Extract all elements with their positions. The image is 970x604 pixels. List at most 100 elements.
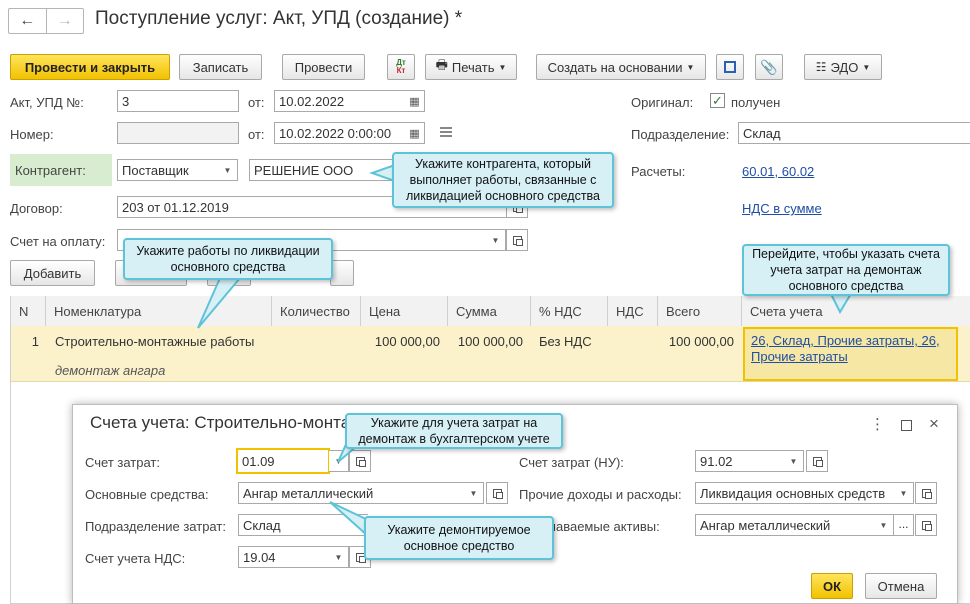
- vat-account-input[interactable]: 19.04: [238, 546, 330, 568]
- other-income-label: Прочие доходы и расходы:: [519, 487, 682, 502]
- cell-sum: 100 000,00: [457, 334, 523, 349]
- cell-subname: демонтаж ангара: [55, 363, 166, 378]
- counterparty-type-select[interactable]: Поставщик: [117, 159, 219, 181]
- open-icon[interactable]: [486, 482, 508, 504]
- original-label: Оригинал:: [631, 95, 694, 110]
- save-button[interactable]: Записать: [179, 54, 262, 80]
- chevron-down-icon[interactable]: ▼: [784, 450, 804, 472]
- cost-division-input[interactable]: Склад: [238, 514, 368, 536]
- assets-input[interactable]: Ангар металлический: [695, 514, 875, 536]
- chevron-down-icon: ▼: [498, 62, 507, 72]
- cost-account-input[interactable]: 01.09: [236, 448, 330, 474]
- checkmark-icon: ✓: [712, 93, 723, 108]
- invoice-label: Счет на оплату:: [10, 234, 106, 249]
- open-icon[interactable]: [915, 514, 937, 536]
- chevron-down-icon[interactable]: ▼: [874, 514, 894, 536]
- ellipsis-icon[interactable]: ...: [894, 514, 914, 536]
- cost-division-label: Подразделение затрат:: [85, 519, 226, 534]
- close-icon[interactable]: ×: [929, 414, 939, 434]
- chevron-down-icon: ▼: [862, 62, 871, 72]
- date-input[interactable]: 10.02.2022: [274, 90, 406, 112]
- vat-account-label: Счет учета НДС:: [85, 551, 186, 566]
- post-button[interactable]: Провести: [282, 54, 365, 80]
- counterparty-label: Контрагент:: [15, 163, 86, 178]
- more-icon[interactable]: ⋮: [870, 415, 885, 433]
- cell-n: 1: [31, 334, 39, 349]
- open-icon[interactable]: [506, 229, 528, 251]
- dtkt-icon: Дт Кт: [396, 58, 406, 75]
- cell-name: Строительно-монтажные работы: [55, 334, 255, 349]
- col-header-accounts[interactable]: Счета учета: [742, 296, 970, 326]
- col-header-vat-rate[interactable]: % НДС: [531, 296, 608, 326]
- edo-button[interactable]: ☷ ЭДО ▼: [804, 54, 882, 80]
- col-header-price[interactable]: Цена: [361, 296, 448, 326]
- act-number-input[interactable]: 3: [117, 90, 239, 112]
- chevron-down-icon[interactable]: ▼: [894, 482, 914, 504]
- col-header-vat[interactable]: НДС: [608, 296, 658, 326]
- open-icon[interactable]: [349, 450, 371, 472]
- settlements-link[interactable]: 60.01, 60.02: [742, 164, 814, 179]
- fixed-assets-label: Основные средства:: [85, 487, 209, 502]
- contract-label: Договор:: [10, 201, 63, 216]
- col-header-n[interactable]: N: [11, 296, 46, 326]
- settlements-label: Расчеты:: [631, 164, 686, 179]
- paperclip-icon: 📎: [760, 58, 778, 75]
- original-value: получен: [731, 95, 781, 110]
- number-input[interactable]: [117, 122, 239, 144]
- post-and-close-button[interactable]: Провести и закрыть: [10, 54, 170, 80]
- chevron-down-icon[interactable]: ▼: [486, 229, 506, 251]
- ok-button[interactable]: ОК: [811, 573, 853, 599]
- printer-icon: 🖶: [435, 57, 448, 72]
- create-based-button[interactable]: Создать на основании ▼: [536, 54, 706, 80]
- col-header-sum[interactable]: Сумма: [448, 296, 531, 326]
- copy-icon[interactable]: [330, 260, 354, 286]
- division-label: Подразделение:: [631, 127, 730, 142]
- tip-works: Укажите работы по ликвидации основного с…: [123, 238, 333, 280]
- cancel-button[interactable]: Отмена: [865, 573, 937, 599]
- other-income-input[interactable]: Ликвидация основных средств: [695, 482, 895, 504]
- date2-from-label: от:: [248, 127, 265, 142]
- forward-arrow-icon[interactable]: →: [47, 9, 84, 33]
- open-icon[interactable]: [806, 450, 828, 472]
- attach-button[interactable]: 📎: [755, 54, 783, 80]
- vat-in-sum-link[interactable]: НДС в сумме: [742, 201, 822, 216]
- cost-account-tax-input[interactable]: 91.02: [695, 450, 785, 472]
- edo-icon: ☷: [815, 60, 827, 74]
- structure-button[interactable]: [716, 54, 744, 80]
- act-number-label: Акт, УПД №:: [10, 95, 84, 110]
- cost-account-label: Счет затрат:: [85, 455, 160, 470]
- print-button[interactable]: 🖶 Печать ▼: [425, 54, 517, 80]
- page-title: Поступление услуг: Акт, УПД (создание) *: [95, 8, 463, 29]
- chevron-down-icon[interactable]: ▼: [218, 159, 238, 181]
- tip-counterparty: Укажите контрагента, который выполняет р…: [392, 152, 614, 208]
- accounts-link[interactable]: 26, Склад, Прочие затраты, 26, Прочие за…: [751, 333, 951, 365]
- col-header-name[interactable]: Номенклатура: [46, 296, 272, 326]
- fixed-assets-input[interactable]: Ангар металлический: [238, 482, 465, 504]
- col-header-total[interactable]: Всего: [658, 296, 742, 326]
- date-from-label: от:: [248, 95, 265, 110]
- calendar-icon[interactable]: ▦: [405, 122, 425, 144]
- nav-back-forward: ← →: [8, 8, 84, 34]
- dialog-title: Счета учета: Строительно-монтажные работ…: [90, 413, 350, 432]
- back-arrow-icon[interactable]: ←: [9, 9, 47, 33]
- counterparty-input[interactable]: РЕШЕНИЕ ООО: [249, 159, 399, 181]
- division-input[interactable]: Склад: [738, 122, 970, 144]
- tip-accounts: Перейдите, чтобы указать счета учета зат…: [742, 244, 950, 296]
- datetime-input[interactable]: 10.02.2022 0:00:00: [274, 122, 406, 144]
- number-label: Номер:: [10, 127, 54, 142]
- cell-vat-rate: Без НДС: [539, 334, 592, 349]
- list-icon[interactable]: [440, 127, 452, 137]
- original-checkbox[interactable]: ✓: [710, 93, 725, 108]
- maximize-icon[interactable]: [901, 420, 912, 431]
- add-button[interactable]: Добавить: [10, 260, 95, 286]
- calendar-icon[interactable]: ▦: [405, 90, 425, 112]
- structure-icon: [724, 61, 736, 73]
- cell-price: 100 000,00: [374, 334, 440, 349]
- chevron-down-icon[interactable]: ▼: [464, 482, 484, 504]
- chevron-down-icon[interactable]: ▼: [329, 450, 349, 472]
- open-icon[interactable]: [915, 482, 937, 504]
- chevron-down-icon[interactable]: ▼: [329, 546, 349, 568]
- chevron-down-icon: ▼: [686, 62, 695, 72]
- col-header-qty[interactable]: Количество: [272, 296, 361, 326]
- dtkt-button[interactable]: Дт Кт: [387, 54, 415, 80]
